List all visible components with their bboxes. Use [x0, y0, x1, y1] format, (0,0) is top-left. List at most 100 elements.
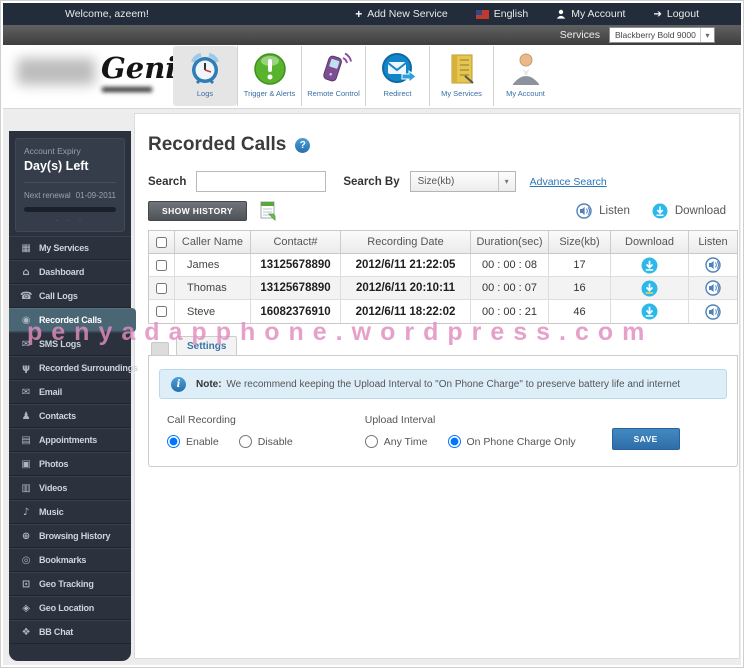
- logout-label: Logout: [666, 8, 699, 20]
- account-person-icon: [512, 53, 539, 85]
- search-input[interactable]: [196, 171, 327, 192]
- nav-label: My Account: [506, 89, 545, 98]
- flag-icon: [475, 9, 489, 19]
- person-icon: ♟: [21, 410, 31, 422]
- sidebar-item-label: Recorded Surroundings: [39, 363, 138, 373]
- export-excel-icon[interactable]: [258, 201, 278, 221]
- my-account-label: My Account: [571, 8, 626, 20]
- on-phone-charge-label[interactable]: On Phone Charge Only: [467, 436, 576, 448]
- download-button[interactable]: [641, 280, 658, 297]
- enable-radio[interactable]: [167, 435, 180, 448]
- row-checkbox[interactable]: [156, 259, 167, 271]
- inactive-tab[interactable]: [151, 342, 169, 355]
- sidebar-item-bookmarks[interactable]: ◎ Bookmarks: [9, 548, 131, 572]
- calendar-icon: ▤: [21, 434, 31, 446]
- language-select[interactable]: English: [475, 8, 529, 20]
- nav-item-logs[interactable]: Logs: [173, 46, 237, 106]
- bb-chat-icon: ❖: [21, 626, 31, 638]
- globe-icon: ⊕: [21, 530, 31, 542]
- sidebar-item-dashboard[interactable]: ⌂ Dashboard: [9, 260, 131, 284]
- advance-search-link[interactable]: Advance Search: [530, 176, 607, 188]
- sidebar-item-label: Recorded Calls: [39, 315, 102, 325]
- nav-label: Remote Control: [307, 89, 360, 98]
- sidebar-item-sms-logs[interactable]: ✉ SMS Logs: [9, 332, 131, 356]
- logout-link[interactable]: ➔ Logout: [653, 8, 699, 20]
- row-checkbox[interactable]: [156, 282, 167, 294]
- show-history-button[interactable]: SHOW HISTORY: [148, 201, 247, 221]
- nav-item-my-account[interactable]: My Account: [493, 46, 557, 106]
- sidebar-item-contacts[interactable]: ♟ Contacts: [9, 404, 131, 428]
- disable-label[interactable]: Disable: [258, 436, 293, 448]
- sidebar-item-call-logs[interactable]: ☎ Call Logs: [9, 284, 131, 308]
- tab-settings[interactable]: Settings: [176, 336, 238, 355]
- help-icon[interactable]: ?: [295, 137, 311, 153]
- home-icon: ⌂: [22, 266, 30, 278]
- cell-duration: 00 : 00 : 08: [471, 254, 549, 276]
- sidebar-item-bb-chat[interactable]: ❖ BB Chat: [9, 620, 131, 644]
- remote-phone-icon: [322, 52, 352, 82]
- sidebar-item-label: Call Logs: [39, 291, 78, 301]
- nav-item-remote-control[interactable]: Remote Control: [301, 46, 365, 106]
- col-download: Download: [611, 231, 689, 253]
- sidebar-item-recorded-calls[interactable]: ◉ Recorded Calls: [9, 308, 136, 332]
- chat-bubble-icon: ✉: [21, 338, 31, 350]
- listen-icon: [576, 203, 592, 219]
- cell-contact: 13125678890: [251, 277, 341, 299]
- listen-button[interactable]: [705, 257, 721, 273]
- services-label: Services: [559, 29, 600, 41]
- sidebar-item-appointments[interactable]: ▤ Appointments: [9, 428, 131, 452]
- my-account-link[interactable]: My Account: [556, 8, 625, 20]
- sidebar-item-geo-location[interactable]: ◈ Geo Location: [9, 596, 131, 620]
- table-header: Caller Name Contact# Recording Date Dura…: [149, 231, 737, 254]
- sidebar-item-label: Email: [39, 387, 63, 397]
- table-row: James 13125678890 2012/6/11 21:22:05 00 …: [149, 254, 737, 277]
- search-by-dropdown[interactable]: Size(kb) ▾: [409, 171, 516, 192]
- download-button[interactable]: [641, 303, 658, 320]
- table-row: Steve 16082376910 2012/6/11 18:22:02 00 …: [149, 300, 737, 323]
- sidebar-item-browsing-history[interactable]: ⊕ Browsing History: [9, 524, 131, 548]
- cell-size: 17: [549, 254, 611, 276]
- cell-date: 2012/6/11 18:22:02: [341, 300, 471, 323]
- chevron-down-icon: ▾: [497, 172, 515, 191]
- note-banner: i Note: We recommend keeping the Upload …: [159, 369, 727, 399]
- add-new-service-link[interactable]: + Add New Service: [355, 7, 448, 21]
- sidebar-item-label: My Services: [39, 243, 89, 253]
- sidebar-item-email[interactable]: ✉ Email: [9, 380, 131, 404]
- download-button[interactable]: [641, 257, 658, 274]
- language-label: English: [493, 8, 529, 20]
- any-time-label[interactable]: Any Time: [384, 436, 428, 448]
- disable-radio[interactable]: [238, 435, 252, 448]
- sidebar-item-my-services[interactable]: ▦ My Services: [9, 236, 131, 260]
- nav-label: Logs: [196, 89, 214, 98]
- cell-duration: 00 : 00 : 21: [471, 300, 549, 323]
- services-bar: Services Blackberry Bold 9000 ▾: [3, 25, 741, 45]
- alarm-clock-icon: [191, 53, 219, 85]
- search-by-value: Size(kb): [417, 176, 455, 187]
- sidebar-item-label: Music: [39, 507, 64, 517]
- services-ledger-icon: [451, 54, 474, 84]
- listen-button[interactable]: [705, 303, 721, 320]
- sidebar-item-label: BB Chat: [39, 627, 74, 637]
- cell-date: 2012/6/11 20:10:11: [341, 277, 471, 299]
- note-label: Note:: [196, 378, 222, 390]
- nav-item-my-services[interactable]: My Services: [429, 46, 493, 106]
- sidebar-item-music[interactable]: ♪ Music: [9, 500, 131, 524]
- sidebar-item-videos[interactable]: ▥ Videos: [9, 476, 131, 500]
- sidebar-item-geo-tracking[interactable]: ⊡ Geo Tracking: [9, 572, 131, 596]
- cell-caller: James: [175, 254, 251, 276]
- grid-icon: ▦: [21, 242, 31, 254]
- microphone-icon: ψ: [22, 362, 30, 374]
- select-all-checkbox[interactable]: [156, 236, 167, 248]
- nav-item-redirect[interactable]: Redirect: [365, 46, 429, 106]
- sidebar-item-recorded-surroundings[interactable]: ψ Recorded Surroundings: [9, 356, 138, 380]
- nav-item-trigger-alerts[interactable]: Trigger & Alerts: [237, 46, 301, 106]
- sidebar-item-photos[interactable]: ▣ Photos: [9, 452, 131, 476]
- save-button[interactable]: SAVE: [611, 428, 680, 450]
- listen-button[interactable]: [705, 280, 721, 296]
- device-dropdown[interactable]: Blackberry Bold 9000 ▾: [609, 27, 715, 43]
- row-checkbox[interactable]: [156, 306, 167, 317]
- any-time-radio[interactable]: [364, 435, 378, 448]
- enable-label[interactable]: Enable: [186, 436, 219, 448]
- on-phone-charge-radio[interactable]: [447, 435, 461, 448]
- actions-row: SHOW HISTORY Listen Download: [148, 201, 726, 221]
